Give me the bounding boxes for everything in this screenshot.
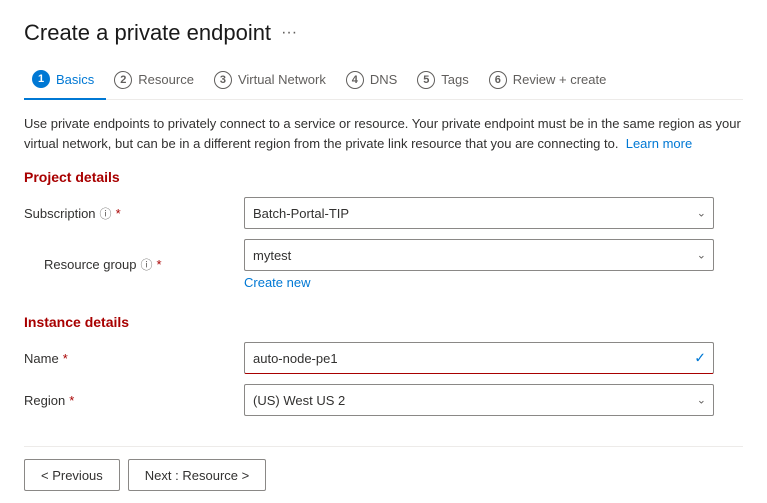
ellipsis-icon[interactable]: ··· (281, 24, 297, 42)
step-label-virtual-network: Virtual Network (238, 72, 326, 87)
subscription-control: Batch-Portal-TIP ⌄ (244, 197, 714, 229)
step-virtual-network[interactable]: 3 Virtual Network (206, 63, 338, 99)
learn-more-link[interactable]: Learn more (626, 136, 692, 151)
name-row: Name ✓ (24, 342, 743, 374)
step-review-create[interactable]: 6 Review + create (481, 63, 619, 99)
step-label-dns: DNS (370, 72, 397, 87)
next-button[interactable]: Next : Resource > (128, 459, 266, 491)
page-title: Create a private endpoint (24, 20, 271, 46)
instance-details-section: Instance details Name ✓ Region (US) W (24, 314, 743, 426)
subscription-label: Subscription ⓘ (24, 205, 244, 222)
step-resource[interactable]: 2 Resource (106, 63, 206, 99)
step-label-review-create: Review + create (513, 72, 607, 87)
step-circle-1: 1 (32, 70, 50, 88)
name-input[interactable] (244, 342, 714, 374)
subscription-info-icon[interactable]: ⓘ (100, 205, 112, 222)
wizard-steps: 1 Basics 2 Resource 3 Virtual Network 4 … (24, 62, 743, 100)
create-new-link[interactable]: Create new (244, 275, 714, 290)
resource-group-label: Resource group ⓘ (24, 256, 244, 273)
step-circle-2: 2 (114, 71, 132, 89)
subscription-dropdown[interactable]: Batch-Portal-TIP (244, 197, 714, 229)
resource-group-row: Resource group ⓘ mytest ⌄ Create new (24, 239, 743, 290)
step-tags[interactable]: 5 Tags (409, 63, 480, 99)
resource-group-control: mytest ⌄ Create new (244, 239, 714, 290)
subscription-row: Subscription ⓘ Batch-Portal-TIP ⌄ (24, 197, 743, 229)
region-control: (US) West US 2 ⌄ (244, 384, 714, 416)
page-description: Use private endpoints to privately conne… (24, 114, 743, 153)
name-label: Name (24, 351, 244, 366)
previous-button[interactable]: < Previous (24, 459, 120, 491)
name-control: ✓ (244, 342, 714, 374)
step-dns[interactable]: 4 DNS (338, 63, 409, 99)
region-dropdown[interactable]: (US) West US 2 (244, 384, 714, 416)
project-details-section: Project details Subscription ⓘ Batch-Por… (24, 169, 743, 300)
step-circle-3: 3 (214, 71, 232, 89)
step-label-tags: Tags (441, 72, 468, 87)
step-label-basics: Basics (56, 72, 94, 87)
footer: < Previous Next : Resource > (24, 446, 743, 503)
region-row: Region (US) West US 2 ⌄ (24, 384, 743, 416)
step-label-resource: Resource (138, 72, 194, 87)
name-check-icon: ✓ (694, 350, 706, 367)
step-circle-5: 5 (417, 71, 435, 89)
resource-group-info-icon[interactable]: ⓘ (141, 256, 153, 273)
instance-details-heading: Instance details (24, 314, 743, 330)
step-basics[interactable]: 1 Basics (24, 62, 106, 100)
step-circle-4: 4 (346, 71, 364, 89)
step-circle-6: 6 (489, 71, 507, 89)
project-details-heading: Project details (24, 169, 743, 185)
resource-group-dropdown[interactable]: mytest (244, 239, 714, 271)
region-label: Region (24, 393, 244, 408)
